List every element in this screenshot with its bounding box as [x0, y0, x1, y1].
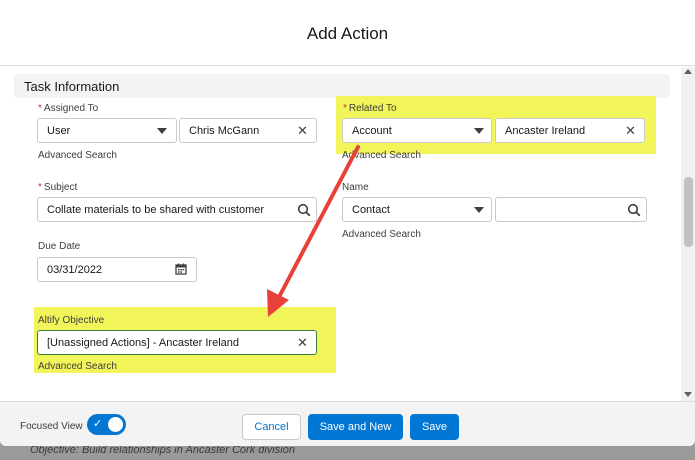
- cancel-button[interactable]: Cancel: [242, 414, 301, 440]
- modal-title: Add Action: [306, 24, 389, 43]
- add-action-modal: Add Action Task Information * Assigned To…: [0, 0, 695, 446]
- scroll-up-icon[interactable]: [684, 69, 692, 74]
- modal-footer: Focused View ✓ Cancel Save and New Save: [0, 401, 695, 446]
- scroll-down-icon[interactable]: [684, 392, 692, 397]
- save-and-new-button[interactable]: Save and New: [308, 414, 403, 440]
- scroll-thumb[interactable]: [684, 177, 693, 247]
- check-icon: ✓: [93, 418, 103, 430]
- scrollbar[interactable]: [681, 67, 695, 401]
- modal-header: Add Action: [0, 0, 695, 66]
- modal-body: Task Information * Assigned To User Chris…: [0, 67, 695, 401]
- focused-view-label: Focused View: [20, 421, 83, 432]
- save-button[interactable]: Save: [410, 414, 459, 440]
- annotation-arrow: [267, 145, 360, 317]
- focused-view-toggle[interactable]: ✓: [87, 414, 126, 435]
- toggle-knob: [108, 417, 123, 432]
